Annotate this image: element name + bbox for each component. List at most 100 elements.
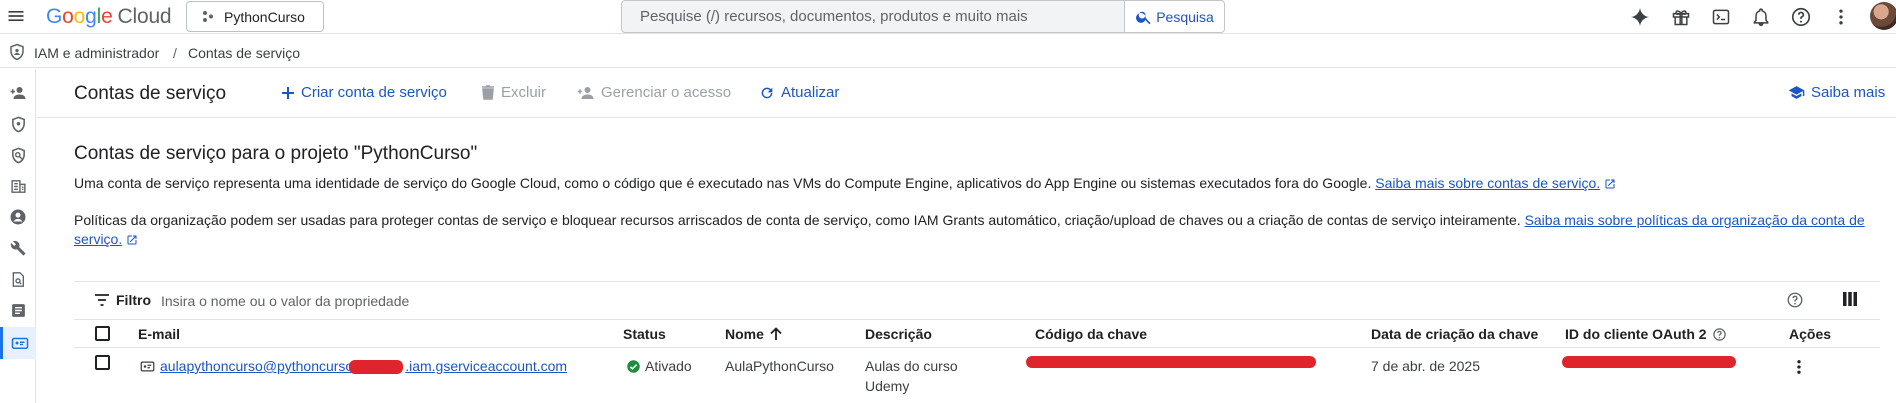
help-icon[interactable] (1789, 5, 1813, 29)
audit-icon[interactable] (8, 269, 28, 289)
column-description[interactable]: Descrição (865, 326, 932, 342)
search-icon (1136, 11, 1151, 24)
manage-access-label: Gerenciar o acesso (601, 84, 732, 101)
column-display-icon[interactable] (1842, 291, 1858, 307)
account-icon[interactable] (8, 207, 28, 227)
manage-access-button[interactable]: Gerenciar o acesso (577, 84, 731, 101)
select-all-checkbox[interactable] (95, 326, 110, 341)
add-icon (282, 86, 294, 99)
column-status[interactable]: Status (623, 326, 666, 342)
name-cell: AulaPythonCurso (725, 358, 834, 374)
learn-more-label: Saiba mais (1811, 84, 1886, 101)
status-cell: Ativado (626, 356, 692, 376)
delete-icon (482, 85, 494, 100)
check-circle-icon (627, 359, 640, 373)
column-name[interactable]: Nome (725, 326, 783, 342)
refresh-label: Atualizar (781, 84, 840, 101)
email-suffix: .iam.gserviceaccount.com (405, 358, 568, 374)
arrow-up-icon (770, 327, 782, 340)
more-vert-icon (1797, 360, 1801, 374)
row-actions-menu[interactable] (1790, 358, 1808, 376)
more-vert-icon[interactable] (1829, 5, 1853, 29)
column-name-label: Nome (725, 326, 764, 342)
breadcrumb-page[interactable]: Contas de serviço (188, 45, 300, 61)
refresh-icon (761, 87, 773, 98)
redaction-mark-key-id (1026, 356, 1316, 368)
filter-bar: Filtro Insira o nome ou o valor da propr… (74, 281, 1880, 319)
description-line-2: Udemy (865, 378, 910, 394)
org-policies-text: Políticas da organização podem ser usada… (74, 212, 1521, 228)
policy-icon[interactable] (8, 145, 28, 165)
logo-cloud: Cloud (117, 5, 172, 28)
page-header: Contas de serviço Criar conta de serviço… (37, 69, 1896, 118)
description-line-1: Aulas do curso (865, 358, 958, 374)
terminal-icon[interactable] (1709, 5, 1733, 29)
top-bar: Google Cloud PythonCurso Pesquise (/) rec… (0, 0, 1896, 34)
menu-icon[interactable] (4, 4, 28, 28)
description-service-accounts: Uma conta de serviço representa uma iden… (74, 174, 1874, 193)
external-link-icon (1605, 179, 1615, 189)
description-text: Uma conta de serviço representa uma iden… (74, 175, 1372, 191)
column-oauth-label: ID do cliente OAuth 2 (1565, 326, 1707, 342)
project-dots-icon (203, 10, 213, 22)
key-created-cell: 7 de abr. de 2025 (1371, 358, 1480, 374)
filter-label: Filtro (116, 292, 151, 308)
description-cell: Aulas do curso Udemy (865, 356, 958, 396)
redaction-mark-oauth-id (1562, 356, 1736, 368)
column-oauth-client-id[interactable]: ID do cliente OAuth 2 (1565, 326, 1727, 342)
redaction-mark-email (349, 360, 403, 374)
project-selector[interactable]: PythonCurso (186, 1, 324, 32)
left-rail (0, 69, 36, 403)
delete-button[interactable]: Excluir (481, 84, 546, 101)
learn-service-accounts-link[interactable]: Saiba mais sobre contas de serviço. (1375, 175, 1600, 191)
bell-icon[interactable] (1749, 5, 1773, 29)
breadcrumb: IAM e administrador / Contas de serviço (0, 36, 1896, 68)
filter-button[interactable]: Filtro (94, 292, 151, 308)
table-header: E-mail Status Nome Descrição Código da c… (74, 319, 1880, 348)
gift-icon[interactable] (1669, 5, 1693, 29)
shield-icon (10, 43, 24, 61)
avatar[interactable] (1870, 2, 1896, 30)
org-policies-link-cont[interactable]: serviço. (74, 231, 122, 247)
refresh-button[interactable]: Atualizar (759, 84, 839, 101)
project-name: PythonCurso (224, 8, 305, 25)
page-title: Contas de serviço (74, 83, 227, 104)
person-add-icon (577, 86, 594, 99)
list-icon[interactable] (8, 300, 28, 320)
help-icon[interactable] (1712, 327, 1727, 342)
create-label: Criar conta de serviço (301, 84, 447, 101)
search-button-label: Pesquisa (1156, 8, 1214, 25)
google-cloud-logo[interactable]: Google Cloud (46, 5, 172, 29)
person-add-icon[interactable] (8, 83, 28, 103)
column-actions: Ações (1789, 326, 1832, 342)
search-bar: Pesquise (/) recursos, documentos, produ… (621, 0, 1225, 33)
search-input[interactable]: Pesquise (/) recursos, documentos, produ… (622, 1, 1124, 32)
table-row: aulapythoncurso@pythoncurso .iam.gservice… (74, 348, 1880, 403)
org-policies-link[interactable]: Saiba mais sobre políticas da organizaçã… (1525, 212, 1865, 228)
learn-more-button[interactable]: Saiba mais (1788, 84, 1885, 101)
logo-google: Google (46, 5, 113, 28)
create-service-account-button[interactable]: Criar conta de serviço (281, 84, 447, 101)
row-checkbox[interactable] (95, 355, 110, 370)
description-org-policies: Políticas da organização podem ser usada… (74, 211, 1874, 249)
help-icon[interactable] (1786, 291, 1804, 309)
filter-input[interactable]: Insira o nome ou o valor da propriedade (161, 293, 409, 309)
section-heading: Contas de serviço para o projeto "Python… (74, 143, 478, 164)
column-key-id[interactable]: Código da chave (1035, 326, 1147, 342)
wrench-icon[interactable] (8, 238, 28, 258)
shield-icon[interactable] (8, 114, 28, 134)
org-icon[interactable] (8, 176, 28, 196)
column-email[interactable]: E-mail (138, 326, 180, 342)
gemini-icon[interactable] (1628, 5, 1652, 29)
filter-icon (95, 294, 109, 306)
service-account-icon (140, 361, 155, 371)
status-text: Ativado (645, 358, 692, 374)
column-key-created[interactable]: Data de criação da chave (1371, 326, 1538, 342)
breadcrumb-section[interactable]: IAM e administrador (34, 45, 159, 61)
service-account-icon[interactable] (0, 327, 36, 359)
school-icon (1788, 86, 1805, 99)
delete-label: Excluir (501, 84, 547, 101)
breadcrumb-separator: / (173, 45, 177, 61)
search-button[interactable]: Pesquisa (1124, 1, 1224, 32)
external-link-icon (127, 235, 137, 245)
